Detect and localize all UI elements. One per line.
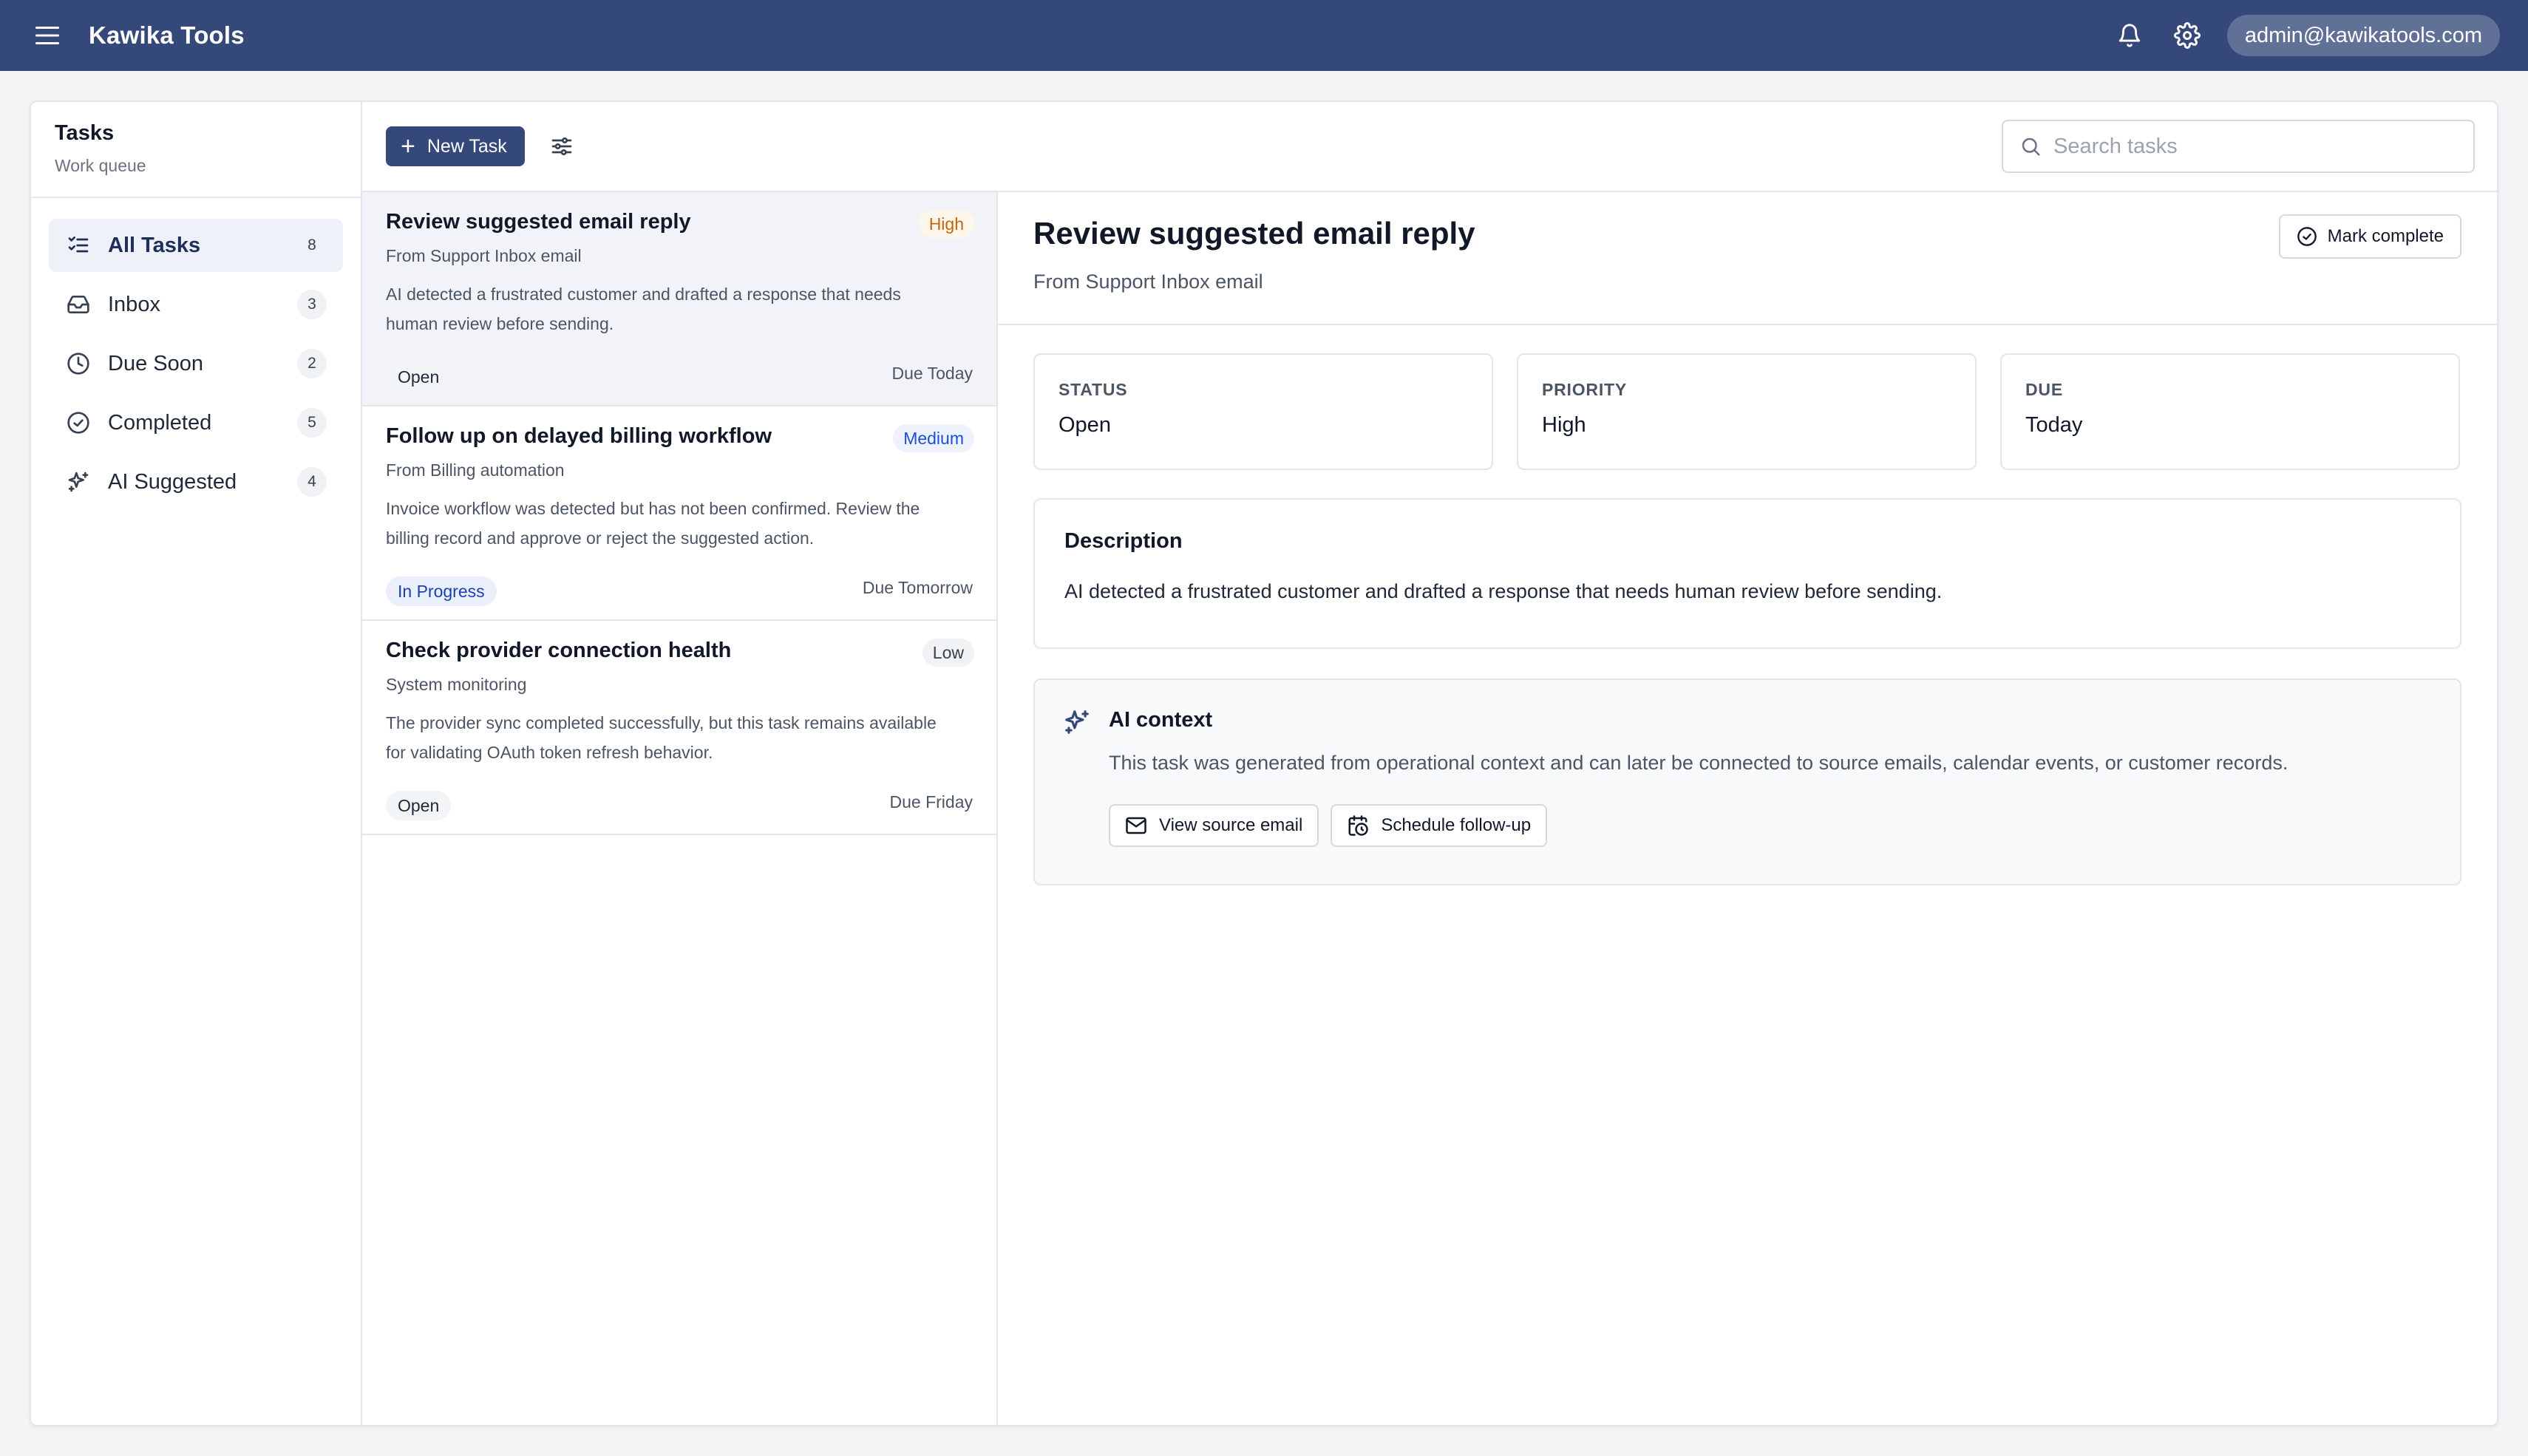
- app-title: Kawika Tools: [89, 21, 245, 49]
- sidebar-item-all-tasks[interactable]: All Tasks 8: [49, 219, 343, 272]
- bell-icon[interactable]: [2112, 18, 2147, 53]
- count-badge: 8: [307, 237, 316, 254]
- calendar-clock-icon: [1347, 814, 1369, 837]
- description-heading: Description: [1064, 529, 1183, 553]
- status-badge: Open: [386, 362, 452, 392]
- sidebar-title: Tasks: [55, 121, 115, 145]
- schedule-follow-up-button[interactable]: Schedule follow-up: [1331, 804, 1548, 847]
- list-check-icon: [65, 232, 92, 259]
- task-title: Check provider connection health: [386, 639, 732, 662]
- meta-label: PRIORITY: [1542, 380, 1628, 399]
- schedule-follow-up-label: Schedule follow-up: [1381, 815, 1532, 835]
- task-card[interactable]: Check provider connection health Low Sys…: [362, 621, 996, 835]
- count-badge: 3: [297, 290, 327, 319]
- task-source: From Billing automation: [386, 460, 565, 480]
- due-label: Due Friday: [889, 792, 973, 812]
- top-bar: Kawika Tools admin@kawikatools.com: [0, 0, 2528, 71]
- task-source: System monitoring: [386, 675, 527, 694]
- status-badge: Open: [386, 791, 452, 820]
- search-box: [2002, 120, 2475, 173]
- sidebar-item-completed[interactable]: Completed 5: [49, 396, 343, 449]
- check-circle-icon: [65, 409, 92, 436]
- sparkles-icon: [1063, 708, 1091, 740]
- task-card[interactable]: Review suggested email reply High From S…: [362, 192, 996, 406]
- detail-source: From Support Inbox email: [1033, 271, 1263, 293]
- clock-icon: [65, 350, 92, 377]
- sidebar-item-ai-suggested[interactable]: AI Suggested 4: [49, 455, 343, 508]
- sidebar-item-label: Due Soon: [108, 351, 203, 375]
- due-label: Due Tomorrow: [862, 578, 973, 597]
- main-panel: Tasks Work queue All Tasks 8 Inbox 3 Due…: [30, 101, 2498, 1426]
- user-menu-button[interactable]: admin@kawikatools.com: [2226, 15, 2500, 56]
- task-description: AI detected a frustrated customer and dr…: [386, 285, 901, 333]
- sidebar-subtitle: Work queue: [55, 156, 146, 175]
- meta-value: Open: [1059, 413, 1111, 437]
- mark-complete-label: Mark complete: [2327, 226, 2444, 246]
- task-title: Review suggested email reply: [386, 210, 691, 234]
- sidebar-item-label: AI Suggested: [108, 469, 237, 494]
- priority-card: PRIORITY High: [1517, 353, 1977, 470]
- task-description: The provider sync completed successfully…: [386, 713, 937, 762]
- sidebar-item-label: Completed: [108, 410, 212, 435]
- priority-badge: High: [918, 210, 974, 238]
- meta-label: STATUS: [1059, 380, 1128, 399]
- view-source-email-label: View source email: [1159, 815, 1303, 835]
- count-badge: 2: [297, 349, 327, 378]
- count-badge: 5: [297, 408, 327, 438]
- check-circle-icon: [2297, 226, 2317, 247]
- due-label: Due Today: [891, 364, 973, 383]
- task-title: Follow up on delayed billing workflow: [386, 424, 772, 448]
- task-source: From Support Inbox email: [386, 246, 582, 265]
- status-badge: In Progress: [386, 576, 497, 606]
- task-description: Invoice workflow was detected but has no…: [386, 499, 920, 548]
- sidebar-item-label: All Tasks: [108, 233, 201, 257]
- description-card: Description AI detected a frustrated cus…: [1033, 498, 2461, 649]
- inbox-icon: [65, 291, 92, 318]
- ai-context-title: AI context: [1109, 708, 1213, 732]
- task-detail: Review suggested email reply From Suppor…: [998, 192, 2497, 1425]
- search-icon: [2019, 135, 2042, 157]
- priority-badge: Low: [922, 639, 974, 667]
- sidebar-item-inbox[interactable]: Inbox 3: [49, 278, 343, 331]
- filter-icon[interactable]: [541, 126, 582, 167]
- meta-row: STATUS Open PRIORITY High DUE Today: [998, 325, 2497, 470]
- new-task-label: New Task: [427, 135, 507, 157]
- detail-title: Review suggested email reply: [1033, 216, 1475, 251]
- mail-icon: [1125, 814, 1147, 837]
- description-text: AI detected a frustrated customer and dr…: [1064, 580, 1943, 602]
- ai-context-card: AI context This task was generated from …: [1033, 678, 2461, 885]
- priority-badge: Medium: [893, 424, 974, 452]
- task-list: Review suggested email reply High From S…: [362, 192, 998, 1425]
- gear-icon[interactable]: [2169, 18, 2205, 53]
- view-source-email-button[interactable]: View source email: [1109, 804, 1319, 847]
- task-card[interactable]: Follow up on delayed billing workflow Me…: [362, 406, 996, 621]
- sidebar-item-due-soon[interactable]: Due Soon 2: [49, 337, 343, 390]
- due-card: DUE Today: [2000, 353, 2460, 470]
- count-badge: 4: [297, 467, 327, 497]
- search-input[interactable]: [2053, 134, 2457, 159]
- sidebar-nav: All Tasks 8 Inbox 3 Due Soon 2 Completed…: [31, 198, 361, 508]
- new-task-button[interactable]: + New Task: [386, 126, 525, 166]
- meta-value: High: [1542, 413, 1586, 437]
- mark-complete-button[interactable]: Mark complete: [2278, 214, 2461, 259]
- status-card: STATUS Open: [1033, 353, 1493, 470]
- sidebar-item-label: Inbox: [108, 292, 160, 316]
- sparkles-icon: [65, 469, 92, 495]
- toolbar: + New Task: [362, 102, 2497, 192]
- meta-value: Today: [2025, 413, 2083, 437]
- sidebar: Tasks Work queue All Tasks 8 Inbox 3 Due…: [31, 102, 362, 1425]
- ai-context-text: This task was generated from operational…: [1109, 752, 2289, 774]
- meta-label: DUE: [2025, 380, 2063, 399]
- menu-icon[interactable]: [33, 21, 62, 50]
- plus-icon: +: [401, 132, 415, 160]
